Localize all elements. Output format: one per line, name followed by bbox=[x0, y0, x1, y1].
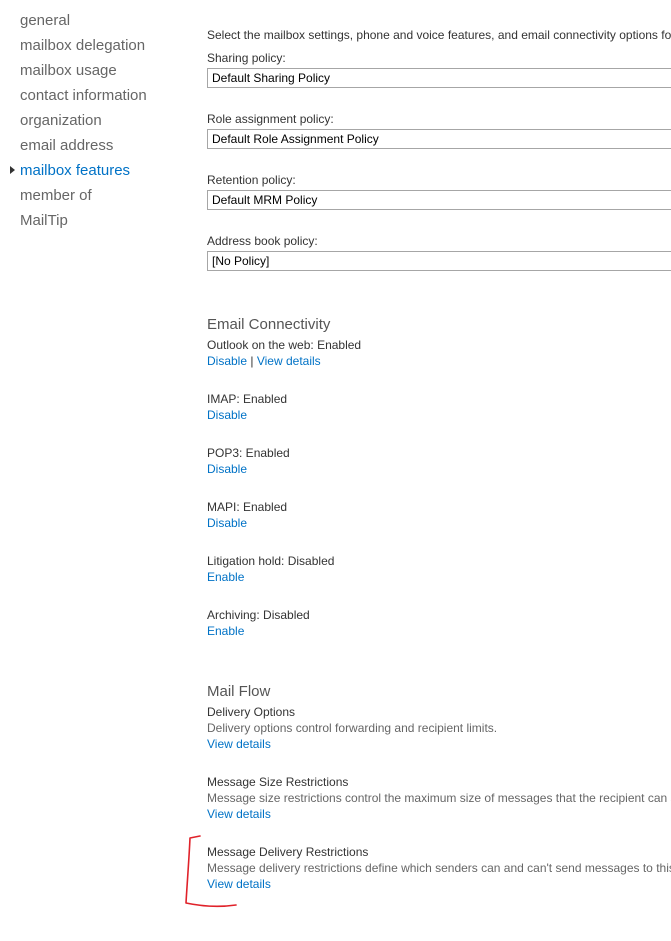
annotation-bracket bbox=[185, 835, 237, 908]
